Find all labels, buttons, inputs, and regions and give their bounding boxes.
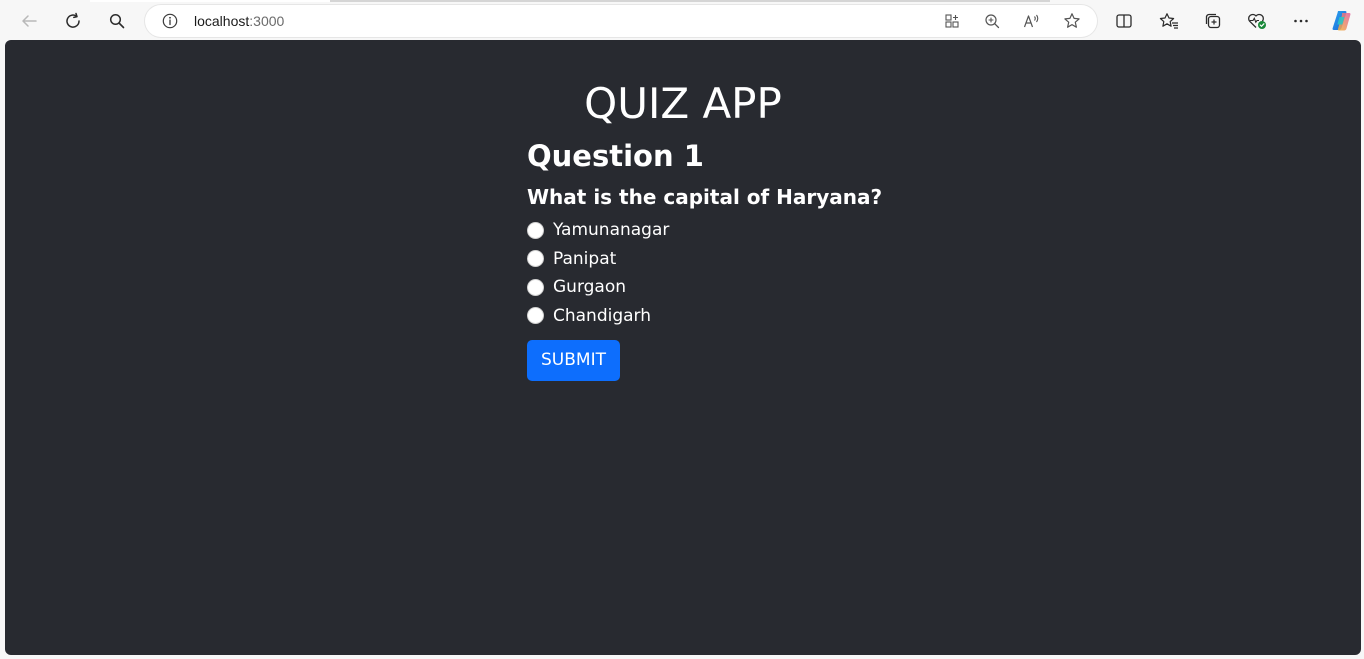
search-button[interactable] [103,7,131,35]
address-bar[interactable]: localhost:3000 [145,5,1097,37]
back-button[interactable] [15,7,43,35]
answer-options: Yamunanagar Panipat Gurgaon Chandigarh [527,216,1027,330]
split-screen-icon [1116,14,1132,28]
search-icon [109,13,125,29]
favorite-button[interactable] [1060,9,1084,33]
url-host: localhost [194,13,250,29]
option-label: Panipat [553,248,617,269]
browser-window: localhost:3000 QUIZ APP Question 1 What … [0,0,1364,659]
favorites-button[interactable] [1155,7,1183,35]
option-radio[interactable] [527,221,544,239]
zoom-button[interactable] [980,9,1004,33]
split-screen-button[interactable] [1110,7,1138,35]
app-available-button[interactable] [940,9,964,33]
quiz-card: Question 1 What is the capital of Haryan… [527,136,1027,381]
more-button[interactable] [1287,7,1315,35]
question-number: Question 1 [527,139,704,173]
option-radio[interactable] [527,278,544,296]
copilot-icon [1332,11,1351,31]
option-yamunanagar[interactable]: Yamunanagar [527,216,1027,245]
url-text[interactable]: localhost:3000 [194,5,284,37]
submit-button[interactable]: SUBMIT [527,340,620,381]
arrow-left-icon [22,15,37,27]
app-title: QUIZ APP [584,79,782,128]
refresh-button[interactable] [59,7,87,35]
question-text: What is the capital of Haryana? [527,185,883,209]
refresh-icon [66,12,80,28]
option-label: Chandigarh [553,305,652,326]
option-label: Gurgaon [553,277,627,298]
heart-pulse-icon [1248,13,1266,29]
favorites-icon [1159,13,1178,29]
site-info-button[interactable] [161,12,179,30]
collections-button[interactable] [1199,7,1227,35]
option-gurgaon[interactable]: Gurgaon [527,273,1027,302]
more-icon [1294,19,1308,23]
app-grid-icon [945,14,959,28]
option-panipat[interactable]: Panipat [527,245,1027,274]
read-aloud-button[interactable] [1020,9,1044,33]
info-icon [162,13,178,29]
read-aloud-icon [1023,14,1039,28]
star-icon [1064,13,1080,28]
browser-toolbar: localhost:3000 [0,2,1364,40]
option-chandigarh[interactable]: Chandigarh [527,302,1027,331]
option-radio[interactable] [527,307,544,325]
option-radio[interactable] [527,250,544,268]
page-viewport: QUIZ APP Question 1 What is the capital … [5,40,1361,655]
url-port: :3000 [249,13,285,29]
zoom-in-icon [985,14,1000,29]
copilot-button[interactable] [1328,7,1356,35]
browser-essentials-button[interactable] [1243,7,1271,35]
option-label: Yamunanagar [553,220,670,241]
collections-icon [1205,13,1221,29]
